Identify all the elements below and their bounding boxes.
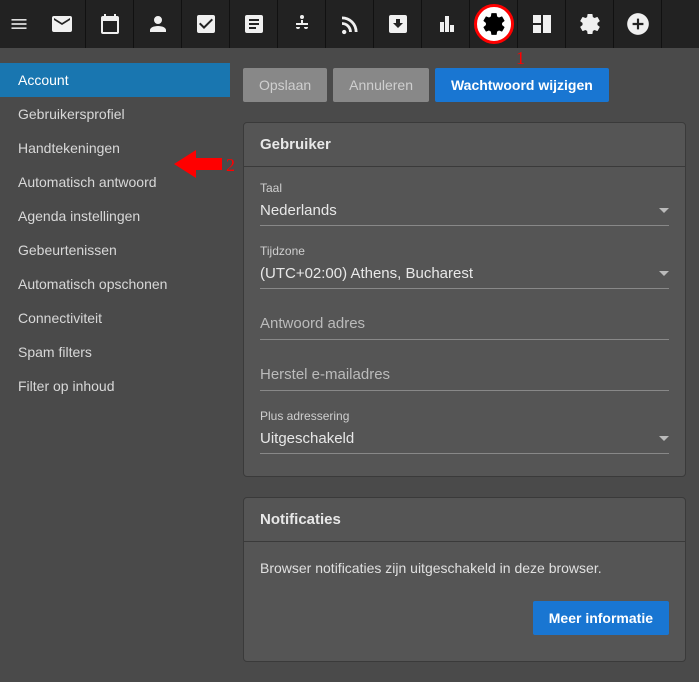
timezone-field[interactable]: Tijdzone (UTC+02:00) Athens, Bucharest xyxy=(260,244,669,289)
org-chart-icon[interactable] xyxy=(278,0,326,48)
sidebar-item-content-filter[interactable]: Filter op inhoud xyxy=(0,369,230,403)
sidebar-item-user-profile[interactable]: Gebruikersprofiel xyxy=(0,97,230,131)
save-button[interactable]: Opslaan xyxy=(243,68,327,102)
change-password-button[interactable]: Wachtwoord wijzigen xyxy=(435,68,609,102)
tasks-icon[interactable] xyxy=(182,0,230,48)
topbar-icons xyxy=(38,0,662,48)
chevron-down-icon xyxy=(659,271,669,276)
add-icon[interactable] xyxy=(614,0,662,48)
reply-address-input[interactable] xyxy=(260,307,669,340)
notifications-panel: Notificaties Browser notificaties zijn u… xyxy=(243,497,686,662)
recovery-email-input[interactable] xyxy=(260,358,669,391)
plus-addressing-label: Plus adressering xyxy=(260,409,669,423)
language-field[interactable]: Taal Nederlands xyxy=(260,181,669,226)
topbar xyxy=(0,0,699,48)
notifications-panel-header: Notificaties xyxy=(244,498,685,542)
sidebar-item-calendar-settings[interactable]: Agenda instellingen xyxy=(0,199,230,233)
sidebar-item-auto-clean[interactable]: Automatisch opschonen xyxy=(0,267,230,301)
user-panel: Gebruiker Taal Nederlands Tijdzone (UTC+… xyxy=(243,122,686,477)
timezone-value: (UTC+02:00) Athens, Bucharest xyxy=(260,265,473,282)
user-panel-header: Gebruiker xyxy=(244,123,685,167)
person-icon[interactable] xyxy=(134,0,182,48)
language-label: Taal xyxy=(260,181,669,195)
annotation-arrow-2 xyxy=(172,147,224,181)
download-icon[interactable] xyxy=(374,0,422,48)
annotation-2: 2 xyxy=(226,155,235,176)
stats-icon[interactable] xyxy=(422,0,470,48)
rss-icon[interactable] xyxy=(326,0,374,48)
annotation-1: 1 xyxy=(516,48,525,69)
notifications-message: Browser notificaties zijn uitgeschakeld … xyxy=(260,556,669,586)
more-info-button[interactable]: Meer informatie xyxy=(533,601,669,635)
chevron-down-icon xyxy=(659,208,669,213)
mail-icon[interactable] xyxy=(38,0,86,48)
sidebar-item-connectivity[interactable]: Connectiviteit xyxy=(0,301,230,335)
cancel-button[interactable]: Annuleren xyxy=(333,68,429,102)
sidebar: Account Gebruikersprofiel Handtekeningen… xyxy=(0,48,230,682)
notes-icon[interactable] xyxy=(230,0,278,48)
domain-stats-icon[interactable] xyxy=(518,0,566,48)
domain-settings-icon[interactable] xyxy=(566,0,614,48)
chevron-down-icon xyxy=(659,436,669,441)
sidebar-item-account[interactable]: Account xyxy=(0,63,230,97)
plus-addressing-value: Uitgeschakeld xyxy=(260,430,354,447)
settings-icon[interactable] xyxy=(470,0,518,48)
action-bar: Opslaan Annuleren Wachtwoord wijzigen xyxy=(243,68,686,102)
language-value: Nederlands xyxy=(260,202,337,219)
content-area: Opslaan Annuleren Wachtwoord wijzigen Ge… xyxy=(230,48,699,682)
plus-addressing-field[interactable]: Plus adressering Uitgeschakeld xyxy=(260,409,669,454)
hamburger-menu-button[interactable] xyxy=(0,0,38,48)
timezone-label: Tijdzone xyxy=(260,244,669,258)
sidebar-item-events[interactable]: Gebeurtenissen xyxy=(0,233,230,267)
sidebar-item-spam-filters[interactable]: Spam filters xyxy=(0,335,230,369)
calendar-icon[interactable] xyxy=(86,0,134,48)
